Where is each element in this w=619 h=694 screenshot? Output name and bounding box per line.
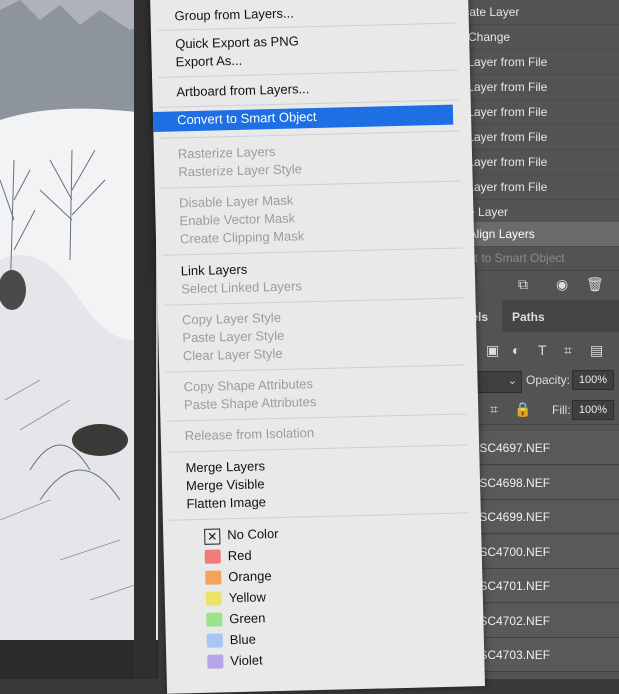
violet-swatch	[207, 654, 224, 669]
menu-item-merge-layers[interactable]: Merge Layers	[185, 457, 265, 477]
color-label: Red	[227, 547, 252, 564]
lock-artboard-icon[interactable]: ⌗	[490, 401, 498, 418]
menu-separator	[160, 180, 461, 189]
menu-item-artboard-from-layers[interactable]: Artboard from Layers...	[176, 80, 309, 101]
menu-item-flatten-image[interactable]: Flatten Image	[186, 493, 266, 513]
camera-snapshot-icon[interactable]: ◉	[556, 276, 568, 293]
tab-paths[interactable]: Paths	[512, 300, 552, 332]
green-swatch	[206, 612, 223, 627]
menu-item-link-layers[interactable]: Link Layers	[181, 261, 248, 281]
orange-swatch	[205, 570, 222, 585]
menu-item-group-from-layers[interactable]: Group from Layers...	[174, 4, 294, 25]
menu-item-export-as[interactable]: Export As...	[175, 52, 242, 72]
menu-separator	[168, 512, 469, 521]
menu-separator	[162, 247, 463, 256]
shape-filter-icon[interactable]: ⌗	[564, 342, 572, 359]
color-label: Violet	[230, 652, 263, 669]
image-filter-icon[interactable]: ▣	[486, 342, 499, 359]
adjustment-filter-icon[interactable]: ◐	[512, 342, 520, 358]
menu-item-convert-to-smart-object[interactable]: Convert to Smart Object	[152, 104, 454, 132]
menu-separator	[159, 130, 460, 139]
color-label: Yellow	[228, 589, 267, 606]
yellow-swatch	[205, 591, 222, 606]
opacity-input[interactable]: 100%	[572, 370, 614, 390]
menu-item-rasterize-layer-style[interactable]: Rasterize Layer Style	[178, 160, 302, 181]
opacity-label: Opacity:	[526, 373, 571, 387]
fill-label: Fill:	[552, 403, 571, 417]
menu-item-release-from-isolation[interactable]: Release from Isolation	[185, 424, 315, 445]
fill-input[interactable]: 100%	[572, 400, 614, 420]
menu-item-merge-visible[interactable]: Merge Visible	[186, 475, 265, 495]
color-label: No Color	[227, 526, 279, 543]
menu-item-select-linked-layers[interactable]: Select Linked Layers	[181, 277, 302, 298]
chevron-down-icon: ⌄	[507, 375, 517, 387]
smart-object-filter-icon[interactable]: ▤	[590, 342, 603, 359]
menu-separator	[167, 444, 468, 453]
menu-separator	[163, 297, 464, 306]
menu-item-create-clipping-mask[interactable]: Create Clipping Mask	[180, 227, 305, 248]
color-label: Blue	[229, 631, 257, 648]
layer-context-menu: Group from Layers... Quick Export as PNG…	[150, 0, 486, 694]
color-label: Orange	[228, 568, 272, 585]
menu-item-label: Convert to Smart Object	[176, 108, 317, 128]
menu-item-rasterize-layers[interactable]: Rasterize Layers	[178, 143, 276, 163]
trash-icon[interactable]: 🗑	[586, 276, 604, 293]
menu-item-quick-export-png[interactable]: Quick Export as PNG	[175, 32, 299, 53]
menu-item-paste-shape-attributes[interactable]: Paste Shape Attributes	[184, 393, 317, 414]
lock-all-icon[interactable]: 🔒	[514, 401, 531, 418]
color-label: Green	[229, 610, 266, 627]
menu-separator	[166, 413, 467, 422]
blue-swatch	[206, 633, 223, 648]
menu-item-clear-layer-style[interactable]: Clear Layer Style	[183, 345, 283, 365]
new-document-from-state-icon[interactable]: ⧉	[518, 276, 528, 293]
menu-separator	[165, 364, 466, 373]
close-icon: ✕	[204, 528, 221, 545]
menu-separator	[158, 69, 458, 78]
red-swatch	[204, 549, 221, 564]
type-filter-icon[interactable]: T	[538, 342, 547, 358]
